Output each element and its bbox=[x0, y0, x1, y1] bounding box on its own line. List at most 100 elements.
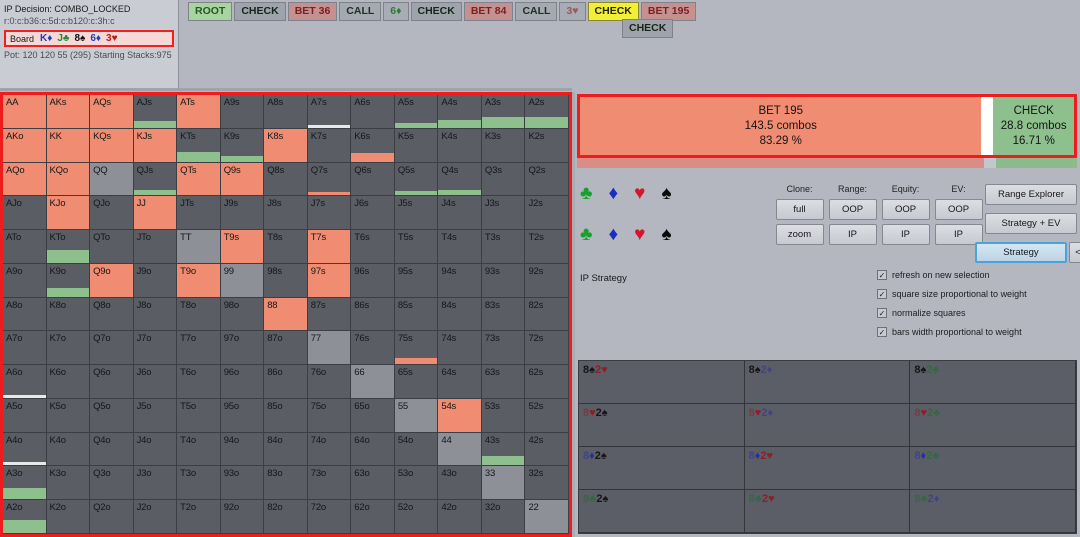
matrix-cell-95o[interactable]: 95o bbox=[220, 398, 265, 433]
matrix-cell-AKs[interactable]: AKs bbox=[46, 95, 91, 129]
matrix-cell-AA[interactable]: AA bbox=[3, 95, 47, 129]
matrix-cell-A2o[interactable]: A2o bbox=[3, 500, 47, 534]
matrix-cell-93s[interactable]: 93s bbox=[481, 263, 526, 298]
matrix-cell-85s[interactable]: 85s bbox=[394, 297, 439, 332]
matrix-cell-K4o[interactable]: K4o bbox=[46, 432, 91, 467]
matrix-cell-TT[interactable]: TT bbox=[177, 230, 221, 264]
club-icon[interactable]: ♣ bbox=[580, 225, 592, 244]
matrix-cell-72o[interactable]: 72o bbox=[307, 500, 352, 534]
matrix-cell-42o[interactable]: 42o bbox=[438, 500, 482, 534]
matrix-cell-76o[interactable]: 76o bbox=[307, 365, 352, 399]
matrix-cell-92s[interactable]: 92s bbox=[525, 263, 569, 298]
diamond-icon[interactable]: ♦ bbox=[608, 225, 618, 244]
matrix-cell-AKo[interactable]: AKo bbox=[3, 128, 47, 163]
matrix-cell-55[interactable]: 55 bbox=[394, 398, 439, 433]
matrix-cell-64s[interactable]: 64s bbox=[438, 365, 482, 399]
matrix-cell-A6o[interactable]: A6o bbox=[3, 365, 47, 399]
matrix-cell-AJo[interactable]: AJo bbox=[3, 196, 47, 231]
matrix-cell-A7o[interactable]: A7o bbox=[3, 331, 47, 366]
matrix-cell-K2o[interactable]: K2o bbox=[46, 500, 91, 534]
matrix-cell-T6o[interactable]: T6o bbox=[177, 365, 221, 399]
combo-cell-r1-c2[interactable]: 8♥2♣ bbox=[910, 404, 1076, 447]
spade-icon[interactable]: ♠ bbox=[661, 184, 671, 203]
matrix-cell-99[interactable]: 99 bbox=[220, 263, 265, 298]
matrix-cell-A3o[interactable]: A3o bbox=[3, 466, 47, 501]
matrix-cell-T6s[interactable]: T6s bbox=[351, 230, 395, 264]
matrix-cell-94o[interactable]: 94o bbox=[220, 432, 265, 467]
matrix-cell-Q5s[interactable]: Q5s bbox=[394, 162, 439, 197]
matrix-cell-J5s[interactable]: J5s bbox=[394, 196, 439, 231]
matrix-cell-K9s[interactable]: K9s bbox=[220, 128, 265, 163]
checkbox-1[interactable]: ✓ bbox=[877, 289, 887, 299]
matrix-cell-86o[interactable]: 86o bbox=[264, 365, 308, 399]
matrix-cell-K8o[interactable]: K8o bbox=[46, 297, 91, 332]
matrix-cell-43s[interactable]: 43s bbox=[481, 432, 526, 467]
tree-node-child-check[interactable]: CHECK bbox=[622, 19, 674, 38]
checkbox-0[interactable]: ✓ bbox=[877, 270, 887, 280]
control-button-top-1[interactable]: OOP bbox=[828, 199, 877, 220]
matrix-cell-43o[interactable]: 43o bbox=[438, 466, 482, 501]
matrix-cell-74s[interactable]: 74s bbox=[438, 331, 482, 366]
combo-cell-r3-c2[interactable]: 8♣2♦ bbox=[910, 490, 1076, 533]
matrix-cell-QTo[interactable]: QTo bbox=[90, 230, 134, 264]
matrix-cell-82s[interactable]: 82s bbox=[525, 297, 569, 332]
checkbox-row-2[interactable]: ✓ normalize squares bbox=[877, 308, 1027, 318]
matrix-cell-J5o[interactable]: J5o bbox=[133, 398, 178, 433]
tree-node-0[interactable]: ROOT bbox=[188, 2, 233, 21]
matrix-cell-T4s[interactable]: T4s bbox=[438, 230, 482, 264]
matrix-cell-K3s[interactable]: K3s bbox=[481, 128, 526, 163]
matrix-cell-KTo[interactable]: KTo bbox=[46, 230, 91, 264]
control-column-1[interactable]: Range: OOP IP bbox=[826, 184, 879, 249]
matrix-cell-62o[interactable]: 62o bbox=[351, 500, 395, 534]
tree-node-3[interactable]: CALL bbox=[339, 2, 382, 21]
combo-cell-r2-c1[interactable]: 8♦2♥ bbox=[744, 447, 911, 490]
matrix-cell-86s[interactable]: 86s bbox=[351, 297, 395, 332]
matrix-cell-Q9o[interactable]: Q9o bbox=[90, 263, 134, 298]
matrix-cell-98s[interactable]: 98s bbox=[264, 263, 308, 298]
matrix-cell-A9o[interactable]: A9o bbox=[3, 263, 47, 298]
matrix-cell-K3o[interactable]: K3o bbox=[46, 466, 91, 501]
matrix-cell-K2s[interactable]: K2s bbox=[525, 128, 569, 163]
matrix-cell-J7s[interactable]: J7s bbox=[307, 196, 352, 231]
matrix-cell-ATo[interactable]: ATo bbox=[3, 230, 47, 264]
tree-node-6[interactable]: BET 84 bbox=[463, 2, 514, 21]
matrix-cell-T5s[interactable]: T5s bbox=[394, 230, 439, 264]
matrix-cell-J4o[interactable]: J4o bbox=[133, 432, 178, 467]
matrix-cell-22[interactable]: 22 bbox=[525, 500, 569, 534]
matrix-cell-85o[interactable]: 85o bbox=[264, 398, 308, 433]
action-bet-segment[interactable]: BET 195 143.5 combos 83.29 % bbox=[580, 97, 982, 155]
matrix-cell-66[interactable]: 66 bbox=[351, 365, 395, 399]
matrix-cell-53s[interactable]: 53s bbox=[481, 398, 526, 433]
matrix-cell-J6o[interactable]: J6o bbox=[133, 365, 178, 399]
matrix-cell-J4s[interactable]: J4s bbox=[438, 196, 482, 231]
strategy-ev-row[interactable]: Strategy + EV bbox=[975, 213, 1080, 238]
checkbox-2[interactable]: ✓ bbox=[877, 308, 887, 318]
matrix-cell-K6o[interactable]: K6o bbox=[46, 365, 91, 399]
matrix-cell-Q2o[interactable]: Q2o bbox=[90, 500, 134, 534]
spade-icon[interactable]: ♠ bbox=[661, 225, 671, 244]
matrix-cell-K6s[interactable]: K6s bbox=[351, 128, 395, 163]
matrix-cell-A5o[interactable]: A5o bbox=[3, 398, 47, 433]
matrix-cell-K9o[interactable]: K9o bbox=[46, 263, 91, 298]
suit-filter-row-2[interactable]: ♣ ♦ ♥ ♠ bbox=[580, 225, 672, 244]
combo-detail-grid[interactable]: 8♠2♥ 8♠2♦ 8♠2♣ 8♥2♠ 8♥2♦ 8♥2♣ 8♦2♠ 8♦2♥ 8♦2♣ 8♣2♠… bbox=[578, 360, 1077, 534]
strategy-button[interactable]: Strategy bbox=[975, 242, 1067, 263]
matrix-cell-A4o[interactable]: A4o bbox=[3, 432, 47, 467]
matrix-cell-95s[interactable]: 95s bbox=[394, 263, 439, 298]
matrix-cell-Q6s[interactable]: Q6s bbox=[351, 162, 395, 197]
tree-node-5[interactable]: CHECK bbox=[410, 2, 462, 21]
matrix-cell-33[interactable]: 33 bbox=[481, 466, 526, 501]
matrix-cell-Q6o[interactable]: Q6o bbox=[90, 365, 134, 399]
matrix-cell-T2o[interactable]: T2o bbox=[177, 500, 221, 534]
strategy-action-bar[interactable]: BET 195 143.5 combos 83.29 % CHECK 28.8 … bbox=[577, 94, 1077, 158]
matrix-cell-KK[interactable]: KK bbox=[46, 128, 91, 163]
matrix-cell-KTs[interactable]: KTs bbox=[177, 128, 221, 163]
matrix-cell-QQ[interactable]: QQ bbox=[90, 162, 134, 197]
checkbox-row-1[interactable]: ✓ square size proportional to weight bbox=[877, 289, 1027, 299]
matrix-cell-94s[interactable]: 94s bbox=[438, 263, 482, 298]
matrix-cell-Q3s[interactable]: Q3s bbox=[481, 162, 526, 197]
matrix-cell-96o[interactable]: 96o bbox=[220, 365, 265, 399]
matrix-cell-JJ[interactable]: JJ bbox=[133, 196, 178, 231]
matrix-cell-J2o[interactable]: J2o bbox=[133, 500, 178, 534]
matrix-cell-Q4s[interactable]: Q4s bbox=[438, 162, 482, 197]
